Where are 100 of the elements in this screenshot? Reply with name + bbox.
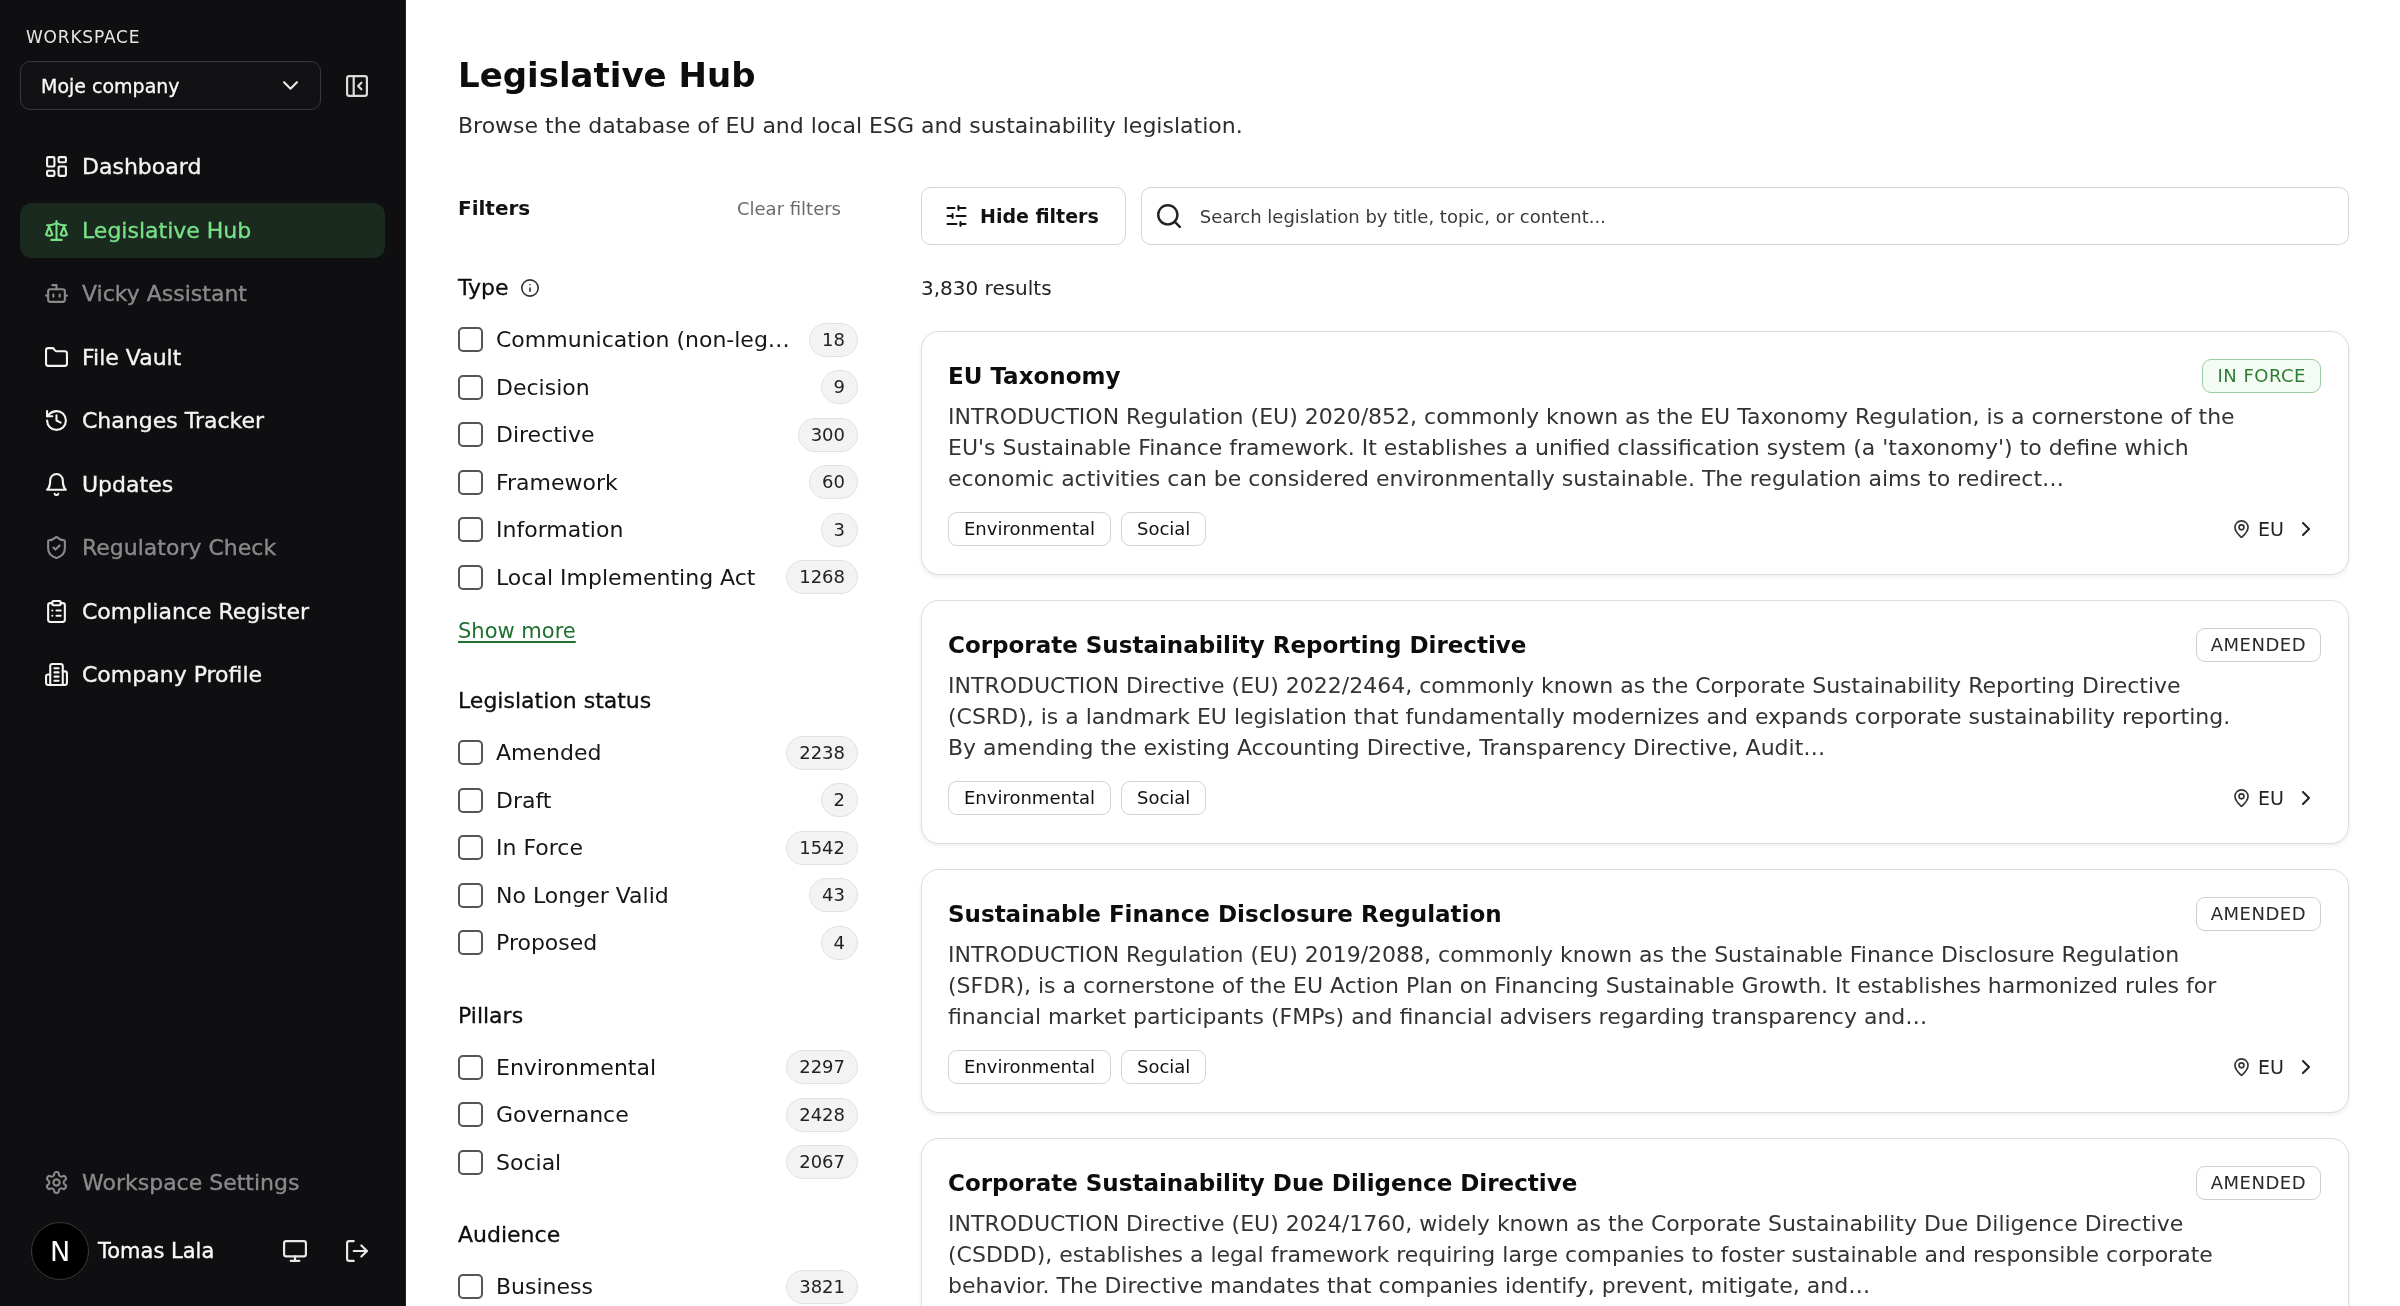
option-label: No Longer Valid [496, 882, 669, 908]
scale-icon [45, 218, 68, 242]
option-label: Social [496, 1149, 562, 1175]
logout-icon[interactable] [346, 1240, 368, 1262]
user-name: Tomas Lala [98, 1239, 215, 1263]
checkbox[interactable] [458, 835, 483, 861]
checkbox[interactable] [458, 882, 483, 908]
region-label: EU [2258, 518, 2284, 540]
option-label: Communication (non-leg… [496, 327, 790, 353]
tag: Social [1120, 1050, 1207, 1084]
count-badge: 1268 [786, 560, 858, 595]
status-badge: AMENDED [2195, 628, 2321, 662]
checkbox[interactable] [458, 930, 483, 956]
avatar[interactable]: N [31, 1222, 89, 1280]
checkbox[interactable] [458, 469, 483, 495]
show-more-link[interactable]: Show more [458, 616, 576, 646]
option-label: Local Implementing Act [496, 564, 756, 590]
chevron-down-icon [283, 81, 298, 90]
location-pin-icon [2234, 520, 2250, 538]
card-title: Sustainable Finance Disclosure Regulation [948, 900, 1502, 929]
card-description: INTRODUCTION Regulation (EU) 2019/2088, commonly known as the Sustainable Finance Disclosure Regulation (SFDR), is a cornerstone of the EU Action Plan on Financing Sustainable Growth. It establishes harmonized rules for financial market participants (FMPs) and financial advisers regarding transparency and… [948, 941, 2218, 1031]
nav-item[interactable]: Dashboard [20, 139, 385, 194]
status-badge: AMENDED [2195, 897, 2321, 931]
checkbox[interactable] [458, 787, 483, 813]
section-title: Audience [458, 1221, 561, 1249]
clear-filters-button[interactable]: Clear filters [736, 197, 841, 219]
option-label: Framework [496, 469, 618, 495]
section-title: Legislation status [458, 687, 652, 715]
count-badge: 4 [820, 925, 858, 960]
card-title: Corporate Sustainability Due Diligence Directive [948, 1169, 1578, 1198]
nav-item[interactable]: Company Profile [20, 647, 385, 702]
search-field[interactable]: Search legislation by title, topic, or content... [1140, 187, 2349, 245]
count-badge: 2297 [786, 1050, 858, 1085]
region-label: EU [2258, 1056, 2284, 1078]
sidebar-toggle-icon[interactable] [346, 74, 368, 97]
card-title: EU Taxonomy [948, 362, 1121, 391]
nav-item[interactable]: Changes Tracker [20, 393, 385, 448]
tag: Environmental [948, 781, 1111, 815]
count-badge: 60 [809, 465, 858, 500]
count-badge: 9 [820, 370, 858, 405]
robot-icon [45, 282, 68, 305]
checkbox[interactable] [458, 517, 483, 543]
count-badge: 2238 [786, 735, 858, 770]
count-badge: 18 [809, 322, 858, 357]
option-label: Draft [496, 787, 552, 813]
settings-icon [45, 1171, 68, 1194]
clipboard-icon [45, 599, 68, 623]
page-subtitle: Browse the database of EU and local ESG and sustainability legislation. [458, 112, 1244, 140]
chevron-right-icon[interactable] [2302, 791, 2310, 805]
checkbox[interactable] [458, 1149, 483, 1175]
monitor-icon[interactable] [283, 1240, 307, 1262]
history-icon [45, 409, 68, 432]
checkbox[interactable] [458, 1274, 483, 1300]
card-description: INTRODUCTION Directive (EU) 2024/1760, widely known as the Corporate Sustainability Due Diligence Directive (CSDDD), establishes a legal framework requiring large companies to foster sustainable and responsible corporate behavior. The Directive mandates that companies identify, prevent, mitigate, and… [948, 1210, 2214, 1300]
option-label: Proposed [496, 930, 598, 956]
folder-icon [45, 345, 68, 369]
checkbox[interactable] [458, 374, 483, 400]
nav-item[interactable]: Updates [20, 456, 385, 512]
count-badge: 1542 [786, 830, 858, 865]
card-title: Corporate Sustainability Reporting Directive [948, 631, 1527, 660]
option-label: In Force [496, 835, 583, 861]
result-card[interactable] [921, 331, 2349, 575]
building-icon [45, 663, 68, 686]
checkbox[interactable] [458, 422, 483, 448]
checkbox[interactable] [458, 1102, 483, 1128]
shield-check-icon [45, 536, 68, 559]
option-label: Governance [496, 1102, 629, 1128]
result-card[interactable] [921, 869, 2349, 1113]
nav-item[interactable]: Legislative Hub [20, 202, 385, 258]
checkbox[interactable] [458, 740, 483, 766]
workspace-select[interactable]: Moje company [20, 61, 321, 110]
nav-item[interactable]: File Vault [20, 329, 385, 385]
count-badge: 3821 [786, 1269, 858, 1304]
tag: Social [1120, 781, 1207, 815]
nav-item[interactable]: Compliance Register [20, 583, 385, 639]
result-card[interactable] [921, 600, 2349, 844]
section-title: Type [458, 274, 509, 302]
count-badge: 3 [820, 512, 858, 547]
checkbox[interactable] [458, 327, 483, 353]
results-count: 3,830 results [921, 275, 1053, 302]
checkbox[interactable] [458, 1054, 483, 1080]
chevron-right-icon[interactable] [2302, 1060, 2310, 1074]
chevron-right-icon[interactable] [2302, 522, 2310, 536]
page-title: Legislative Hub [458, 54, 757, 97]
info-icon[interactable] [520, 279, 539, 297]
region-label: EU [2258, 787, 2284, 809]
hide-filters-button[interactable]: Hide filters [921, 187, 1126, 245]
tag: Environmental [948, 1050, 1111, 1084]
result-card[interactable] [921, 1138, 2349, 1306]
location-pin-icon [2234, 789, 2250, 807]
workspace-label: WORKSPACE [26, 26, 141, 48]
filters-title: Filters [458, 196, 531, 220]
checkbox[interactable] [458, 564, 483, 590]
count-badge: 2428 [786, 1097, 858, 1132]
card-description: INTRODUCTION Regulation (EU) 2020/852, commonly known as the EU Taxonomy Regulation, is a cornerstone of the EU's Sustainable Finance framework. It establishes a unified classification system (a 'taxonomy') to define which economic activities can be considered environmentally sustainable. The regulation aims to redirect… [948, 403, 2236, 493]
count-badge: 2067 [786, 1145, 858, 1180]
card-description: INTRODUCTION Directive (EU) 2022/2464, commonly known as the Corporate Sustainability Reporting Directive (CSRD), is a landmark EU legislation that fundamentally modernizes and expands corporate sustainability reporting. By amending the existing Accounting Directive, Transparency Directive, Audit… [948, 672, 2232, 762]
tag: Social [1120, 512, 1207, 546]
count-badge: 2 [820, 783, 858, 818]
grid-icon [45, 155, 68, 178]
